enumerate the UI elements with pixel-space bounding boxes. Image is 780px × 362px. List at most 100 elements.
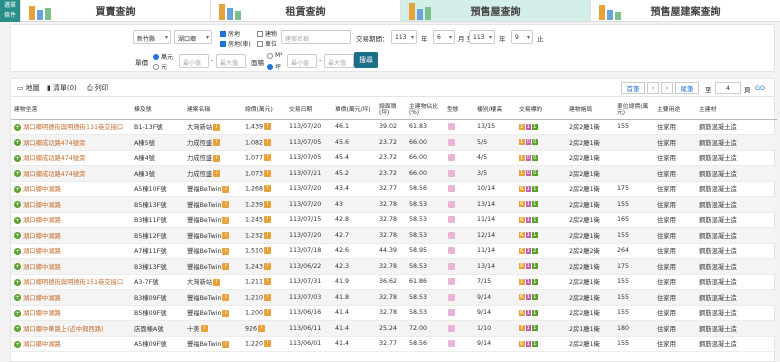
table-row[interactable]: + 湖口鄉成功路474號旁 A棟3號 力成恆盛 i 1,073! 113/07/21 45.2… (11, 165, 777, 182)
address-link[interactable]: 湖口鄉中湖路 (23, 217, 61, 224)
project-info-icon[interactable]: i (222, 201, 230, 209)
project-info-icon[interactable]: i (213, 123, 221, 131)
first-page-button[interactable]: 首筆 (621, 82, 645, 94)
table-row[interactable]: + 湖口鄉成功路474號旁 A棟4號 力成恆盛 i 1,077! 113/07/05 45.4… (11, 150, 777, 166)
address-cell[interactable]: + 湖口鄉中湖路 (11, 243, 131, 259)
table-row[interactable]: + 湖口鄉中湖路 A5棟09F號 豐福BeTwin i 1,220! 113/06/01 41… (11, 336, 777, 352)
expand-icon[interactable]: + (14, 139, 21, 147)
column-header[interactable]: 樓別/樓高 (474, 101, 516, 120)
address-link[interactable]: 湖口鄉中湖路 (23, 248, 61, 255)
expand-icon[interactable]: + (14, 232, 21, 240)
table-row[interactable]: + 湖口鄉中湖路 A5棟10F號 豐福BeTwin i 1,268! 113/07/20 43… (11, 181, 777, 197)
prev-page-button[interactable]: ‹ (647, 82, 659, 94)
address-link[interactable]: 湖口鄉明德街與明德街131巷交接口 (23, 124, 123, 131)
column-header[interactable]: 總價(萬元) (242, 101, 286, 120)
table-row[interactable]: + 湖口鄉中湖路 B3棟11F號 豐福BeTwin i 1,245! 113/07/15 42… (11, 212, 777, 228)
go-button[interactable]: GO (755, 84, 765, 92)
project-name-input[interactable]: 建案名稱 (281, 30, 351, 44)
tab-rent[interactable]: 租賃查詢 (210, 0, 400, 21)
address-cell[interactable]: + 湖口鄉中湖路 (11, 196, 131, 213)
area-max-input[interactable]: 最大值 (324, 54, 354, 68)
column-header[interactable]: 建物坐落 (11, 101, 131, 120)
address-cell[interactable]: + 湖口鄉中湖路 (11, 305, 131, 321)
column-header[interactable]: 總面積(坪) (376, 101, 406, 120)
price-info-icon[interactable]: ! (264, 216, 272, 223)
price-info-icon[interactable]: ! (264, 309, 272, 316)
expand-icon[interactable]: + (14, 170, 21, 178)
address-cell[interactable]: + 湖口鄉中湖路 (11, 289, 131, 306)
column-header[interactable]: 車位總價(萬元) (614, 101, 654, 120)
tab-presale[interactable]: 預售屋查詢 (400, 0, 590, 21)
column-header[interactable]: 建物格局 (566, 101, 614, 120)
address-cell[interactable]: + 湖口鄉成功路474號旁 (11, 134, 131, 151)
project-info-icon[interactable]: i (213, 139, 221, 147)
address-cell[interactable]: + 湖口鄉中湖路 (11, 181, 131, 197)
district-select[interactable]: 湖口鄉 (174, 30, 212, 44)
month-to-select[interactable]: 9 (511, 30, 533, 44)
column-header[interactable]: 棟及號 (131, 101, 184, 120)
table-row[interactable]: + 湖口鄉中湖路 B5棟13F號 豐福BeTwin i 1,239! 113/07/20 43… (11, 196, 777, 213)
expand-icon[interactable]: + (14, 278, 21, 286)
project-info-icon[interactable]: i (222, 294, 230, 302)
tab-sale[interactable]: 買賣查詢 (20, 0, 210, 21)
project-info-icon[interactable]: i (222, 263, 230, 271)
type-building-checkbox[interactable]: 建物 (257, 29, 277, 38)
table-row[interactable]: + 湖口鄉中湖路 B3棟13F號 豐福BeTwin i 1,243! 113/06/22 42… (11, 258, 777, 275)
price-info-icon[interactable]: ! (264, 200, 272, 208)
price-info-icon[interactable]: ! (258, 324, 266, 332)
address-link[interactable]: 湖口鄉成功路474號旁 (23, 140, 85, 147)
address-cell[interactable]: + 湖口鄉中湖路 (11, 227, 131, 244)
expand-icon[interactable]: + (14, 294, 21, 302)
expand-icon[interactable]: + (14, 247, 21, 255)
address-link[interactable]: 湖口鄉中湖路 (23, 310, 61, 317)
table-row[interactable]: + 湖口鄉中湖路 B3棟09F號 豐福BeTwin i 1,210! 113/07/03 41… (11, 289, 777, 306)
print-button[interactable]: ⎙ 列印 (87, 83, 109, 93)
project-info-icon[interactable]: i (213, 154, 221, 162)
price-info-icon[interactable]: ! (264, 278, 272, 285)
table-row[interactable]: + 湖口鄉明德街與明德街131巷交接口 B1-13F號 大灣新站 i 1,439! 113/… (11, 119, 777, 135)
address-link[interactable]: 湖口鄉中湖路 (23, 202, 61, 209)
project-info-icon[interactable]: i (222, 232, 230, 240)
column-header[interactable]: 交易標的 (516, 101, 566, 120)
address-link[interactable]: 湖口鄉成功路474號旁 (23, 155, 85, 162)
price-info-icon[interactable]: ! (264, 231, 272, 239)
project-info-icon[interactable]: i (213, 170, 221, 178)
table-row[interactable]: + 湖口鄉中湖路 B5棟12F號 豐福BeTwin i 1,232! 113/07/20 42… (11, 227, 777, 244)
column-header[interactable]: 主要用途 (654, 101, 696, 120)
map-toggle[interactable]: ▭ 地圖 (17, 83, 40, 93)
price-info-icon[interactable]: ! (264, 138, 272, 146)
column-header[interactable]: 單價(萬元/坪) (332, 101, 376, 120)
project-info-icon[interactable]: i (200, 325, 208, 333)
address-link[interactable]: 湖口鄉明德街與明德街151巷交接口 (23, 279, 123, 286)
price-info-icon[interactable]: ! (264, 123, 272, 130)
table-row[interactable]: + 湖口鄉中湖路 A7棟11F號 豐福BeTwin i 1,510! 113/07/18 42… (11, 243, 777, 259)
project-info-icon[interactable]: i (213, 278, 221, 286)
table-row[interactable]: + 湖口鄉成功路474號旁 A棟5號 力成恆盛 i 1,082! 113/07/05 45.6… (11, 134, 777, 151)
table-row[interactable]: + 湖口鄉明德街與明德街151巷交接口 A3-7F號 大灣新站 i 1,211! 113/0… (11, 274, 777, 290)
address-cell[interactable]: + 湖口鄉中湖路 (11, 336, 131, 352)
address-link[interactable]: 湖口鄉中湖路 (23, 264, 61, 271)
last-page-button[interactable]: 尾筆 (675, 82, 699, 94)
project-info-icon[interactable]: i (222, 216, 230, 224)
address-cell[interactable]: + 湖口鄉中華路上(近中興西路) (11, 320, 131, 337)
expand-icon[interactable]: + (14, 263, 21, 271)
next-page-button[interactable]: › (661, 82, 673, 94)
expand-icon[interactable]: + (14, 340, 21, 348)
address-cell[interactable]: + 湖口鄉明德街與明德街131巷交接口 (11, 119, 131, 135)
price-info-icon[interactable]: ! (264, 185, 272, 192)
price-info-icon[interactable]: ! (264, 169, 272, 177)
price-unit-wan-radio[interactable]: 萬元 (153, 52, 173, 61)
city-select[interactable]: 新竹縣 (133, 30, 171, 44)
year-to-select[interactable]: 113 (469, 30, 495, 44)
filter-menu-button[interactable]: 選單 條件 (0, 0, 20, 22)
address-link[interactable]: 湖口鄉成功路474號旁 (23, 171, 85, 178)
column-header[interactable]: 型態 (444, 101, 474, 120)
expand-icon[interactable]: + (14, 123, 21, 131)
address-cell[interactable]: + 湖口鄉成功路474號旁 (11, 150, 131, 166)
area-unit-m2-radio[interactable]: M² (267, 52, 283, 59)
project-info-icon[interactable]: i (222, 309, 230, 317)
list-toggle[interactable]: ▮ 清單(0) (47, 83, 77, 93)
price-info-icon[interactable]: ! (264, 293, 272, 301)
address-link[interactable]: 湖口鄉中湖路 (23, 186, 61, 193)
page-number-input[interactable]: 4 (715, 82, 741, 94)
